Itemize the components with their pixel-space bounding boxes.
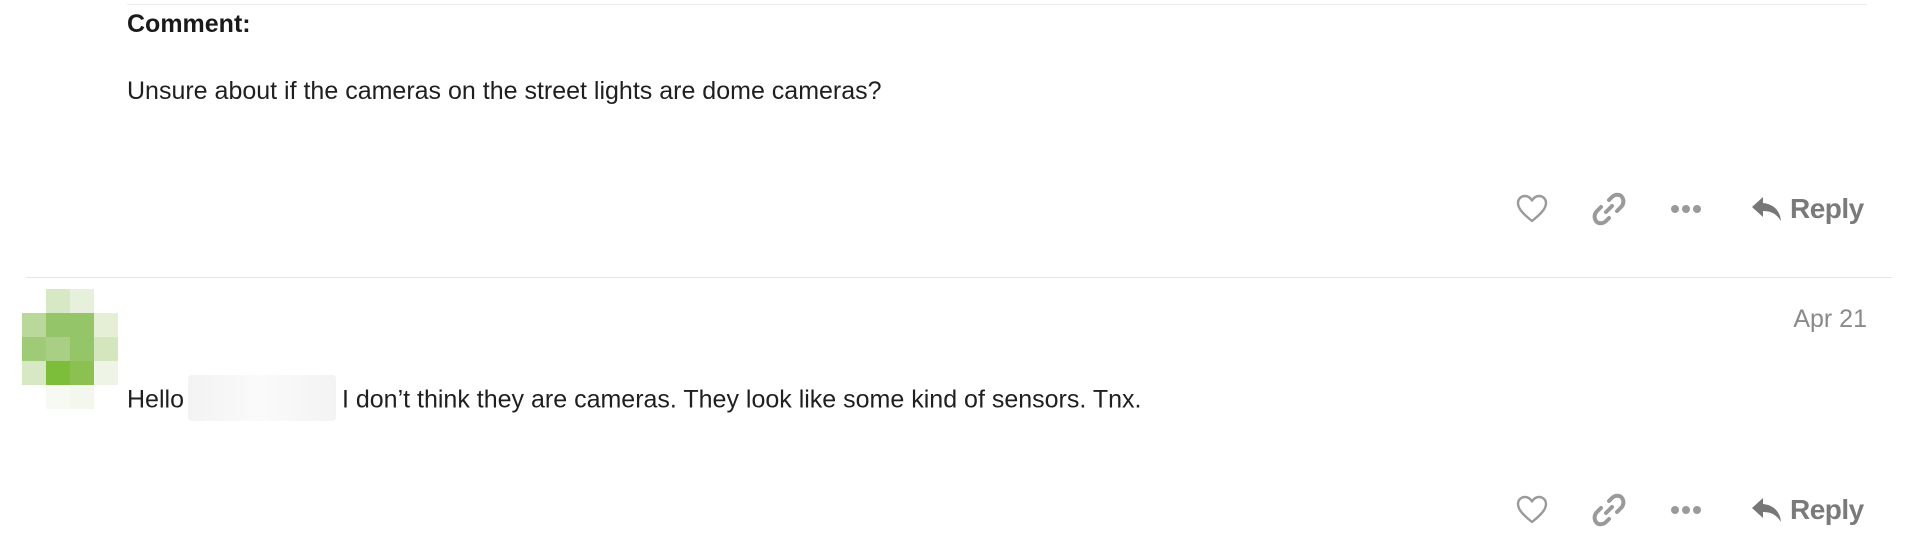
top-divider	[127, 4, 1867, 5]
ellipsis-icon	[1671, 205, 1701, 213]
heart-icon	[1516, 495, 1548, 524]
post-2-greeting: Hello	[127, 385, 184, 414]
post-2-actions: Reply	[1510, 488, 1870, 532]
reply-arrow-icon	[1752, 498, 1781, 522]
avatar[interactable]	[22, 289, 118, 409]
ellipsis-icon	[1671, 506, 1701, 514]
more-options-button[interactable]	[1664, 488, 1708, 532]
reply-label: Reply	[1790, 494, 1864, 525]
post-1-body: Unsure about if the cameras on the stree…	[127, 77, 882, 105]
like-button[interactable]	[1510, 187, 1554, 231]
reply-button[interactable]: Reply	[1750, 488, 1864, 532]
post-divider	[26, 277, 1892, 278]
reply-button[interactable]: Reply	[1750, 187, 1864, 231]
reply-label: Reply	[1790, 193, 1864, 224]
link-icon	[1592, 192, 1626, 226]
reply-arrow-icon	[1752, 197, 1781, 221]
share-link-button[interactable]	[1587, 488, 1631, 532]
post-2-message: I don’t think they are cameras. They loo…	[341, 385, 1142, 414]
redacted-username	[187, 375, 336, 421]
heart-icon	[1516, 194, 1548, 223]
link-icon	[1592, 493, 1626, 527]
post-date[interactable]: Apr 21	[1793, 305, 1867, 334]
comment-label: Comment:	[127, 10, 251, 38]
share-link-button[interactable]	[1587, 187, 1631, 231]
post-2-body: Hello I don’t think they are cameras. The…	[127, 375, 1142, 424]
like-button[interactable]	[1510, 488, 1554, 532]
more-options-button[interactable]	[1664, 187, 1708, 231]
post-1-actions: Reply	[1510, 187, 1870, 231]
